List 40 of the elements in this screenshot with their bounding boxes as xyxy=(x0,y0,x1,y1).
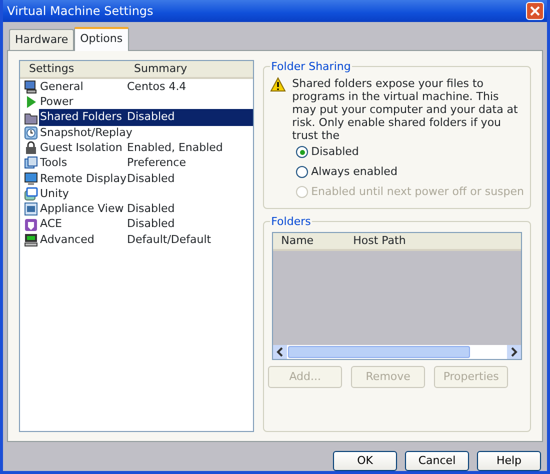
column-header: Name xyxy=(280,233,315,250)
list-item[interactable]: Advanced Default/Default xyxy=(20,232,254,248)
play-icon xyxy=(24,95,38,110)
tab[interactable]: Hardware xyxy=(9,28,74,50)
radio-button[interactable]: Disabled xyxy=(296,142,524,162)
shield-icon xyxy=(24,218,38,232)
list-item[interactable]: Tools Preference xyxy=(20,156,254,172)
column-header: Host Path xyxy=(352,233,406,250)
tab[interactable]: Options xyxy=(74,26,129,52)
monitor-icon xyxy=(24,172,38,186)
monitor-icon xyxy=(24,80,38,94)
list-item[interactable]: Guest Isolation Enabled, Enabled xyxy=(20,140,254,156)
list-item[interactable]: Unity xyxy=(20,186,254,202)
close-button[interactable] xyxy=(526,2,544,20)
computer-icon xyxy=(24,232,38,247)
window-icon xyxy=(24,156,38,170)
list-item[interactable]: Remote DisplayDisabled xyxy=(20,171,254,186)
warning-text: Shared folders expose your files to programs in the virtual machine. This may put your computer and your data at risk. Only enable shared folders if you trust the xyxy=(292,77,519,142)
list-item[interactable]: General Centos 4.4 xyxy=(20,79,254,95)
scroll-right-icon[interactable] xyxy=(507,345,521,360)
dialog-button[interactable]: Cancel xyxy=(405,451,469,471)
radio-button[interactable]: Always enabled xyxy=(296,162,524,182)
column-header: Settings xyxy=(28,61,76,78)
list-item[interactable]: Power xyxy=(20,94,254,110)
dialog-button[interactable]: OK xyxy=(333,451,397,471)
close-icon xyxy=(530,6,540,16)
scroll-left-icon[interactable] xyxy=(273,345,288,360)
lock-icon xyxy=(24,141,38,156)
clock-icon xyxy=(24,126,38,140)
horizontal-scrollbar[interactable] xyxy=(273,345,521,360)
scroll-thumb[interactable] xyxy=(288,346,470,358)
window-icon xyxy=(24,202,38,216)
warning-icon xyxy=(270,77,286,92)
dialog-button[interactable]: Help xyxy=(477,451,541,471)
list-item[interactable]: ACE Disabled xyxy=(20,216,254,232)
list-item[interactable]: Snapshot/Replay xyxy=(20,125,254,140)
column-header: Summary xyxy=(133,61,188,78)
window-title: Virtual Machine Settings xyxy=(7,2,154,20)
list-item[interactable]: Appliance View Disabled xyxy=(20,202,254,217)
window-icon xyxy=(24,187,38,202)
